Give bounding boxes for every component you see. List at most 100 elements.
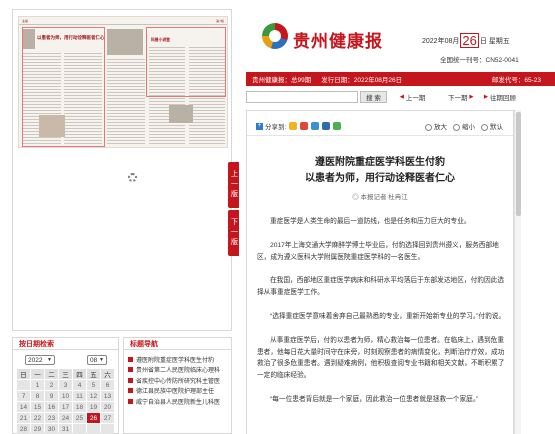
next-issue-label: 下一期 (448, 95, 468, 102)
site-logo-text: 贵州健康报 (293, 32, 383, 52)
prev-issue-link[interactable]: ◀ 上一期 (398, 92, 425, 102)
calendar-day[interactable]: 10 (59, 391, 72, 401)
article-title-line-2: 以患者为师，用行动诠释医者仁心 (305, 173, 455, 184)
newspaper-page-panel: 主编 第7版 以患者为师，用行动诠释医者仁心 科普小讲堂 (12, 9, 232, 331)
calendar-day[interactable]: 13 (101, 391, 114, 401)
calendar-day[interactable]: 26 (87, 413, 100, 423)
newspaper-page-thumbnail[interactable]: 主编 第7版 以患者为师，用行动诠释医者仁心 科普小讲堂 (18, 16, 228, 148)
calendar-weekday: 一 (31, 369, 44, 379)
calendar-day[interactable]: 9 (45, 391, 58, 401)
calendar-empty-cell (87, 424, 100, 434)
chevron-down-icon: ▼ (99, 357, 104, 363)
toolbar: 搜 索 ◀ 上一期 下一期 ▶ ▶ 往期回顾 (246, 91, 555, 103)
title-nav-item[interactable]: 德江县民族中医院护理部主任 (128, 386, 220, 397)
search-input[interactable] (246, 91, 358, 103)
weibo-icon[interactable] (300, 122, 309, 130)
calendar-day[interactable]: 5 (87, 380, 100, 390)
date-search-panel: 按日期检索 2022 ▼ 08 ▼ 日一二三四五六 1 2 3 4 5 6 7 8 9 10 11 12… (12, 337, 119, 434)
share-bar: + 分享到: (256, 121, 342, 131)
arrow-right-icon: ▶ (484, 94, 488, 100)
calendar-day[interactable]: 18 (73, 402, 86, 412)
calendar-day[interactable]: 19 (87, 402, 100, 412)
year-select-value: 2022 (28, 356, 43, 364)
bullet-icon (128, 356, 133, 362)
divider (247, 135, 513, 136)
thumb-article-hotspot[interactable] (22, 27, 105, 147)
zoom-controls: 放大 缩小 默认 (425, 121, 503, 131)
calendar-day[interactable]: 11 (73, 391, 86, 401)
calendar-day[interactable]: 3 (59, 380, 72, 390)
calendar-day[interactable]: 6 (101, 380, 114, 390)
calendar-day[interactable]: 16 (45, 402, 58, 412)
chevron-down-icon: ▼ (47, 357, 52, 363)
article-author: ◎ 本报记者 杜冉江 (352, 194, 408, 201)
calendar-day[interactable]: 14 (17, 402, 30, 412)
calendar-day[interactable]: 4 (73, 380, 86, 390)
zoom-out-button[interactable]: 缩小 (453, 121, 475, 131)
article-paragraph: 从事重症医学后，付豹以患者为师，精心救治每一位患者。在临床上，遇到危重患者，他每… (257, 336, 505, 380)
next-page-tab[interactable]: 下一版 (228, 210, 239, 256)
renren-icon[interactable] (322, 122, 331, 130)
calendar-empty-cell (17, 380, 30, 390)
arrow-right-icon: ▶ (469, 94, 474, 100)
title-nav-item[interactable]: 遵医附院重症医学科医生付豹 (128, 354, 220, 365)
calendar-weekday: 二 (45, 369, 58, 379)
calendar-day[interactable]: 17 (59, 402, 72, 412)
tencent-weibo-icon[interactable] (311, 122, 320, 130)
month-select[interactable]: 08 ▼ (87, 355, 107, 365)
issue-date-display: 2022年08月 26 日 星期五 (422, 33, 510, 48)
calendar-day[interactable]: 25 (73, 413, 86, 423)
search-button[interactable]: 搜 索 (360, 91, 387, 103)
month-select-value: 08 (90, 356, 98, 364)
scrollbar-thumb[interactable] (516, 112, 521, 216)
calendar-day[interactable]: 22 (31, 413, 44, 423)
thumb-article-hotspot[interactable] (146, 27, 226, 97)
prev-page-tab[interactable]: 上一版 (228, 162, 239, 208)
title-nav-panel: 标题导航 遵医附院重症医学科医生付豹 贵州省第二人民医院临床心理科 省疾控中心传… (123, 337, 232, 434)
calendar-day[interactable]: 12 (87, 391, 100, 401)
calendar-day[interactable]: 20 (101, 402, 114, 412)
calendar-day[interactable]: 31 (59, 424, 72, 434)
next-issue-link[interactable]: 下一期 ▶ (448, 92, 475, 102)
qzone-icon[interactable] (289, 122, 298, 130)
zoom-in-button[interactable]: 放大 (425, 121, 447, 131)
title-nav-item-label: 遵医附院重症医学科医生付豹 (136, 357, 215, 364)
calendar-day[interactable]: 15 (31, 402, 44, 412)
issue-date-label: 发行日期： (321, 77, 354, 84)
calendar-day[interactable]: 28 (17, 424, 30, 434)
calendar-weekday: 五 (87, 369, 100, 379)
archive-link[interactable]: ▶ 往期回顾 (482, 92, 516, 102)
share-plus-icon[interactable]: + (256, 122, 263, 130)
calendar-day[interactable]: 29 (31, 424, 44, 434)
title-nav-item[interactable]: 威宁自治县人民医院新生儿科医 (128, 396, 220, 407)
article-scrollbar[interactable] (514, 110, 521, 434)
bullet-icon (128, 398, 133, 404)
title-nav-title: 标题导航 (124, 338, 231, 350)
calendar-day[interactable]: 23 (45, 413, 58, 423)
calendar-day[interactable]: 30 (45, 424, 58, 434)
calendar-day[interactable]: 1 (31, 380, 44, 390)
calendar-day[interactable]: 7 (17, 391, 30, 401)
article-paragraph: 2017年上海交通大学麻醉学博士毕业后，付豹选择回到贵州遵义，服务西部地区，成为… (257, 241, 499, 261)
calendar-day[interactable]: 21 (17, 413, 30, 423)
date-search-title: 按日期检索 (13, 338, 118, 350)
title-nav-item[interactable]: 贵州省第二人民医院临床心理科 (128, 365, 220, 376)
calendar-weekday: 日 (17, 369, 30, 379)
article-paragraph: 在我国，西部地区重症医学病床和科研水平均落后于东部发达地区，付豹因此选择从事重症… (257, 277, 505, 297)
wechat-icon[interactable] (333, 122, 342, 130)
issue-info-bar: 贵州健康报： 总99期 发行日期： 2022年08月26日 邮发代号：65-23 (246, 72, 555, 86)
year-select[interactable]: 2022 ▼ (25, 355, 55, 365)
zoom-out-label: 缩小 (462, 124, 475, 131)
calendar-day[interactable]: 8 (31, 391, 44, 401)
calendar-day[interactable]: 2 (45, 380, 58, 390)
arrow-left-icon: ◀ (400, 94, 404, 100)
title-nav-item[interactable]: 省疾控中心传防所研究科主管医 (128, 375, 220, 386)
calendar-day[interactable]: 24 (59, 413, 72, 423)
date-day: 26 (460, 33, 479, 48)
calendar-empty-cell (101, 424, 114, 434)
zoom-out-icon (453, 123, 460, 131)
calendar-day[interactable]: 27 (101, 413, 114, 423)
date-prefix: 2022年08月 (422, 37, 460, 45)
zoom-default-button[interactable]: 默认 (481, 121, 503, 131)
postal-code: 邮发代号：65-23 (491, 77, 541, 84)
